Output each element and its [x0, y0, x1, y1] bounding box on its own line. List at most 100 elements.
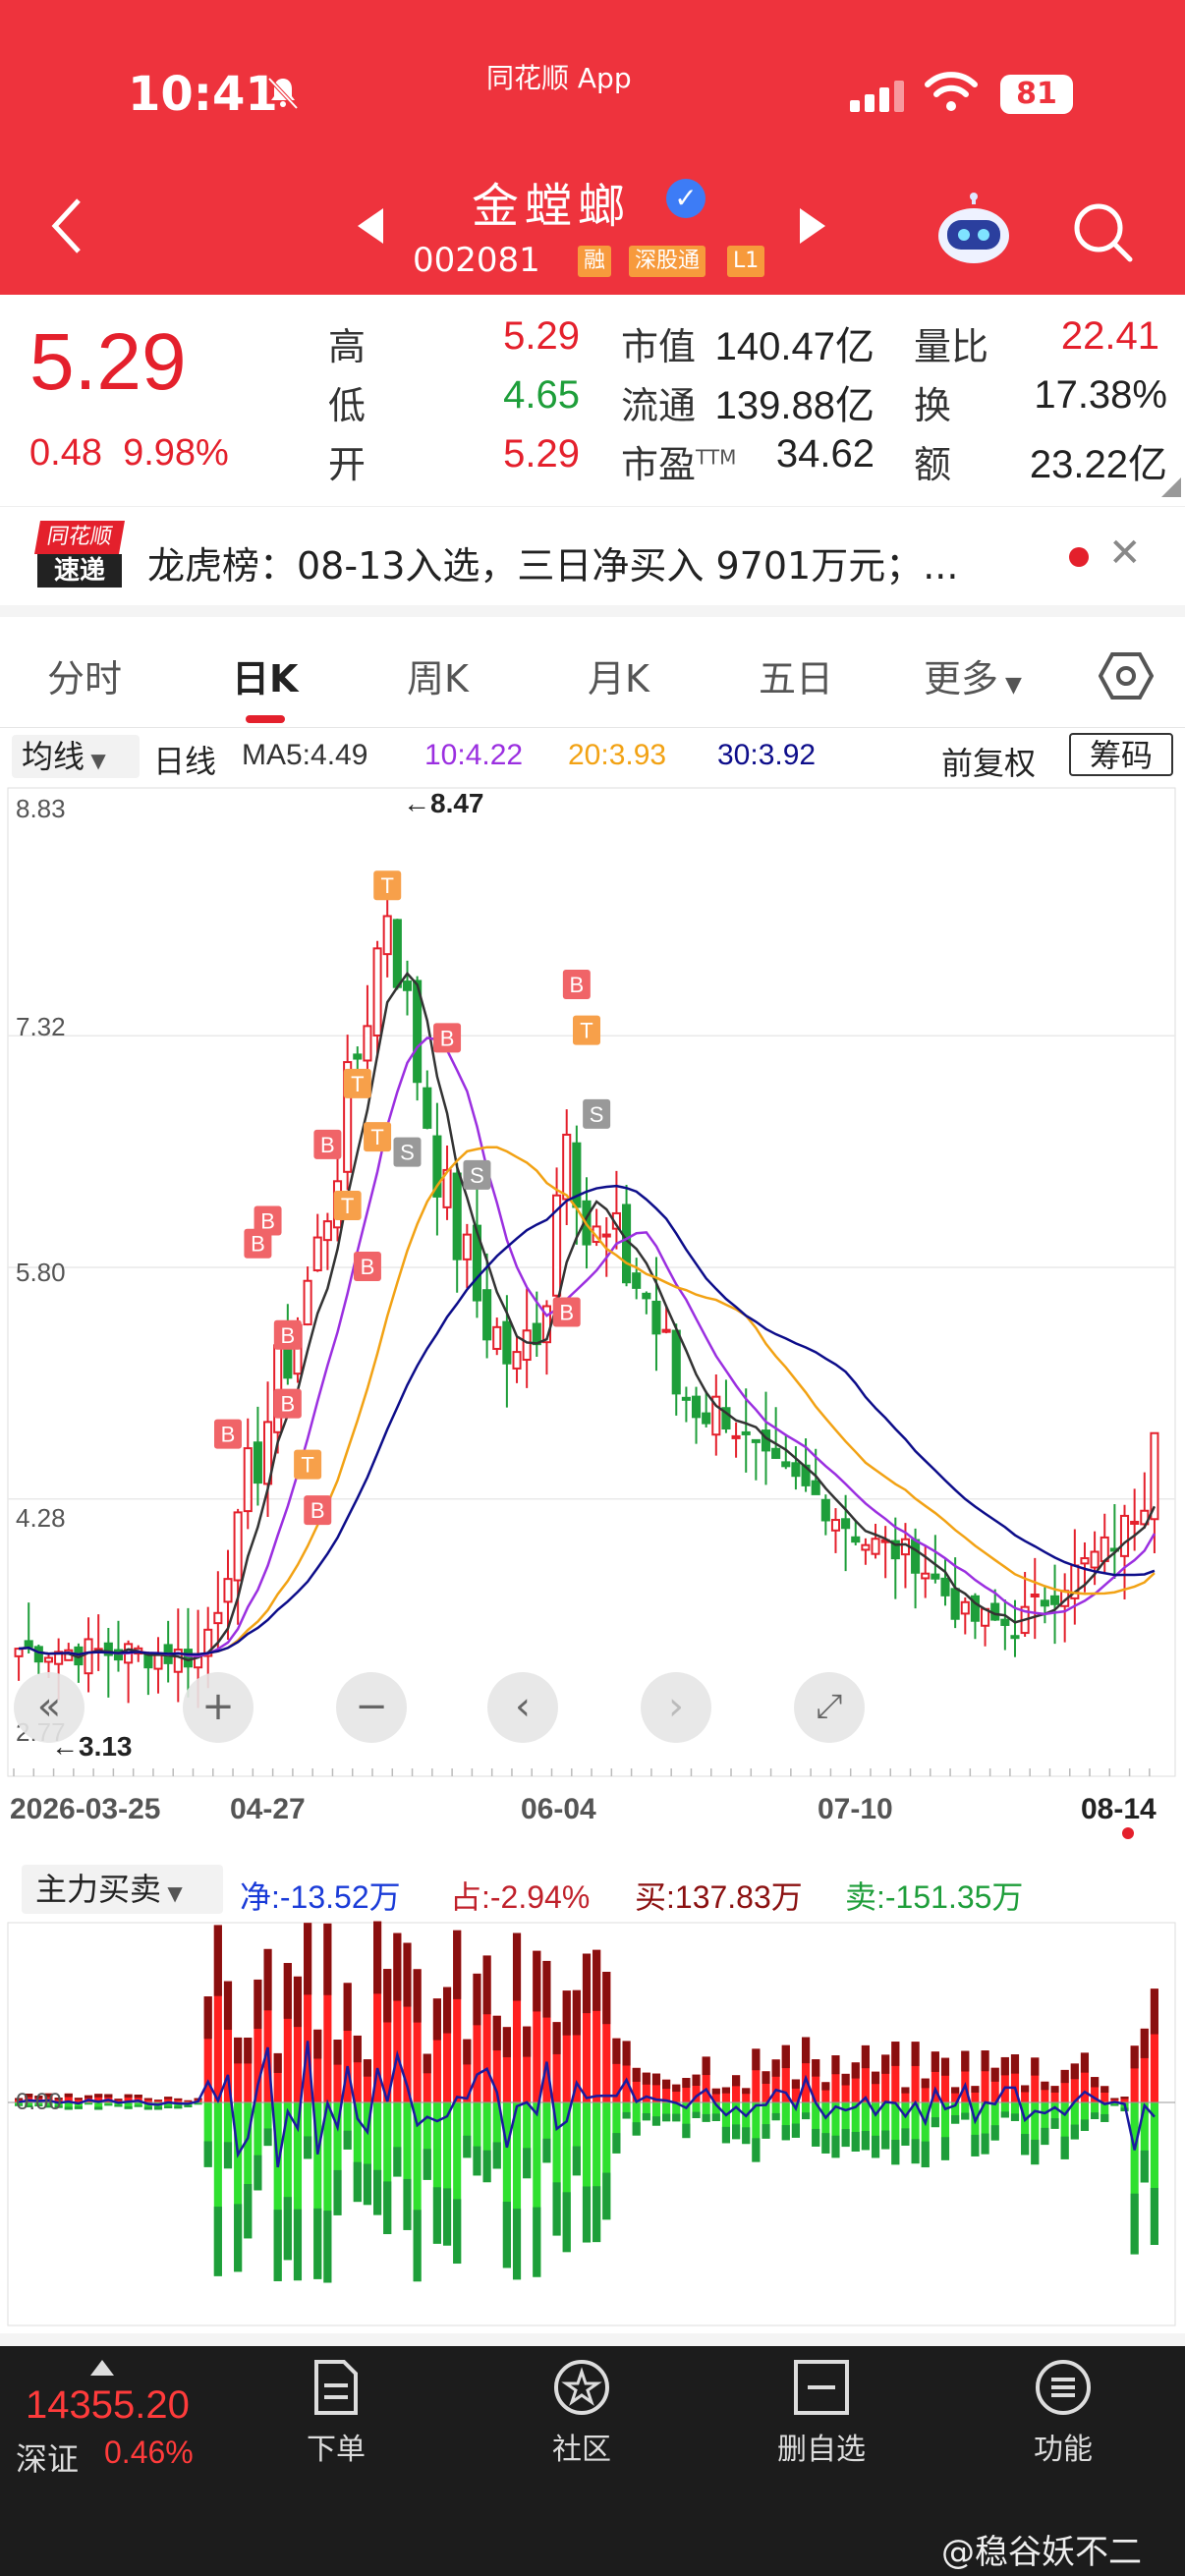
sell-bar-bottom — [672, 2113, 681, 2122]
candle-body — [1000, 1618, 1010, 1626]
step-right-icon[interactable]: › — [641, 1672, 711, 1743]
scroll-left-icon[interactable]: « — [14, 1672, 85, 1743]
sell-bar-bottom — [64, 2106, 73, 2110]
money-flow-chart[interactable] — [0, 1921, 1185, 2333]
buy-bar-top — [104, 2094, 113, 2098]
signal-marker-label: T — [341, 1194, 354, 1218]
sell-bar-bottom — [821, 2133, 830, 2154]
buy-bar-top — [592, 1949, 601, 2011]
candle-body — [33, 1646, 43, 1663]
change-pct: 9.98% — [123, 432, 229, 474]
sell-bar-bottom — [254, 2155, 262, 2191]
back-arrow-icon[interactable] — [49, 196, 88, 255]
tab-more[interactable]: 更多 ▼ — [924, 648, 1022, 702]
tab-monthly-k[interactable]: 月K — [588, 648, 649, 702]
amount-label: 额 — [914, 443, 952, 486]
battery-indicator: 81 — [1000, 75, 1073, 114]
candle-body — [830, 1519, 841, 1532]
indicator-dropdown[interactable]: 主力买卖 ▼ — [22, 1865, 223, 1914]
step-left-icon[interactable]: ‹ — [487, 1672, 558, 1743]
sell-bar-bottom — [881, 2130, 890, 2150]
kline-chart[interactable]: BBBBBTBBTTBTTSBSBBTS — [0, 786, 1185, 1788]
buy-bar-top — [473, 1973, 481, 2026]
candle-body — [771, 1447, 781, 1459]
tab-five-day[interactable]: 五日 — [759, 648, 833, 702]
index-name[interactable]: 深证 — [16, 2435, 79, 2480]
signal-marker-label: B — [361, 1255, 375, 1279]
adjust-toggle[interactable]: 前复权 — [941, 739, 1036, 784]
buy-bar-top — [672, 2084, 681, 2093]
turnover-value: 17.38% — [1034, 373, 1167, 417]
tab-daily-k[interactable]: 日K — [232, 648, 298, 702]
prev-stock-icon[interactable] — [356, 206, 385, 246]
tab-intraday[interactable]: 分时 — [47, 648, 122, 702]
buy-bar-top — [1100, 2086, 1109, 2093]
candle-body — [681, 1396, 691, 1401]
ma-dropdown[interactable]: 均线 ▼ — [12, 735, 140, 778]
chevron-down-icon: ▼ — [85, 749, 106, 772]
candle-body — [841, 1518, 851, 1530]
search-icon[interactable] — [1071, 200, 1134, 263]
settings-icon[interactable] — [1099, 648, 1154, 703]
buy-bar-top — [921, 2078, 930, 2089]
index-pct[interactable]: 0.46% — [104, 2435, 194, 2471]
buy-bar-top — [931, 2051, 939, 2072]
candle-body — [562, 1133, 572, 1201]
ma20-line — [18, 1146, 1156, 1656]
next-stock-icon[interactable] — [798, 206, 827, 246]
buy-bar-top — [831, 2055, 840, 2075]
sell-bar-bottom — [104, 2103, 113, 2106]
buy-bar-top — [263, 1948, 272, 2011]
candle-body — [363, 1025, 372, 1062]
open-label: 开 — [328, 443, 367, 486]
tab-weekly-k[interactable]: 周K — [407, 648, 469, 702]
candle-body — [1090, 1550, 1100, 1569]
indicator-frame — [7, 1922, 1176, 2326]
news-unread-dot — [1069, 547, 1089, 567]
stock-name: 金螳螂 — [472, 179, 632, 234]
sell-bar-bottom — [533, 2207, 541, 2277]
buy-bar-top — [762, 2071, 770, 2084]
buy-bar-top — [124, 2094, 133, 2099]
candle-body — [43, 1656, 54, 1663]
buy-bar-top — [283, 1963, 292, 2019]
chevron-down-icon: ▼ — [998, 673, 1022, 698]
candle-body — [741, 1430, 751, 1435]
sell-bar-bottom — [871, 2135, 880, 2158]
buy-bar-top — [463, 2039, 472, 2065]
sell-bar-bottom — [442, 2188, 452, 2246]
buy-bar-top — [911, 2042, 920, 2066]
robot-assistant-icon[interactable] — [933, 193, 1014, 265]
zoom-out-icon[interactable]: − — [336, 1672, 407, 1743]
candle-body — [303, 1279, 312, 1326]
nav-order[interactable]: 下单 — [257, 2358, 415, 2468]
y-tick-label: 4.28 — [16, 1503, 66, 1533]
zoom-in-icon[interactable]: + — [183, 1672, 254, 1743]
index-value[interactable]: 14355.20 — [26, 2383, 190, 2428]
x-tick-label: 06-04 — [521, 1793, 596, 1825]
news-text[interactable]: 龙虎榜：08-13入选，三日净买入 9701万元；... — [147, 535, 958, 589]
fullscreen-icon[interactable]: ⤢ — [794, 1672, 865, 1743]
buy-bar-top — [1070, 2063, 1079, 2080]
sell-bar-bottom — [184, 2104, 193, 2107]
candle-body — [452, 1172, 462, 1260]
buy-bar-top — [1150, 1988, 1158, 2035]
buy-bar-top — [562, 1990, 571, 2036]
sell-bar-bottom — [911, 2139, 920, 2164]
chips-button[interactable]: 筹码 — [1069, 733, 1173, 776]
ratio-value: 占:-2.94% — [450, 1879, 591, 1915]
amount-value: 23.22亿 — [1029, 443, 1167, 486]
wifi-icon — [925, 72, 978, 111]
price-change: 0.48 9.98% — [29, 432, 229, 475]
buy-bar-top — [901, 2087, 910, 2094]
nav-community[interactable]: 社区 — [503, 2358, 660, 2468]
nav-functions[interactable]: 功能 — [985, 2358, 1142, 2468]
stock-code: 002081 — [413, 241, 540, 280]
buy-bar-top — [1041, 2081, 1049, 2091]
up-arrow-icon — [90, 2360, 114, 2376]
close-icon[interactable]: ✕ — [1108, 531, 1142, 576]
y-tick-label: 5.80 — [16, 1258, 66, 1287]
nav-remove-watchlist[interactable]: 删自选 — [743, 2358, 900, 2468]
buy-bar-top — [1140, 2028, 1149, 2058]
expand-corner-icon[interactable] — [1161, 477, 1181, 497]
